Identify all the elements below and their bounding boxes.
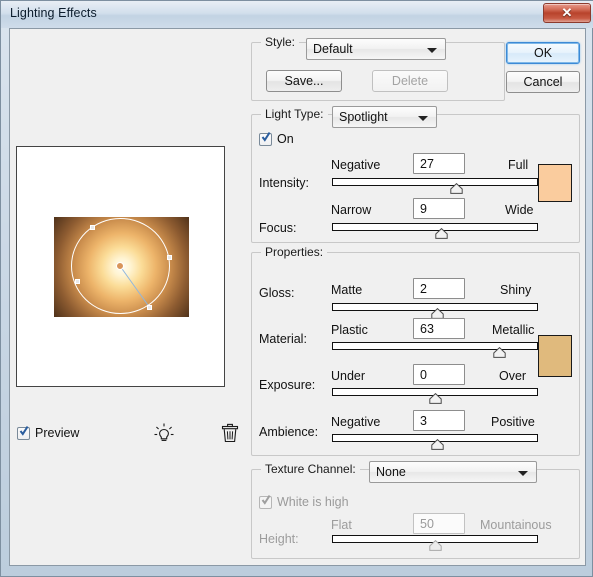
gloss-label: Gloss: — [259, 286, 295, 300]
material-value-field[interactable]: 63 — [413, 318, 465, 339]
exposure-slider[interactable] — [332, 388, 538, 404]
slider-thumb[interactable] — [449, 183, 463, 194]
light-on-label: On — [277, 132, 294, 146]
intensity-max-label: Full — [508, 158, 529, 172]
slider-thumb[interactable] — [493, 347, 506, 358]
cancel-button-label: Cancel — [523, 75, 563, 89]
ok-button-label: OK — [533, 46, 553, 60]
ellipse-handle-bottom-right[interactable] — [147, 305, 152, 310]
material-color-swatch[interactable] — [538, 335, 572, 377]
light-color-swatch[interactable] — [538, 164, 572, 202]
intensity-min-label: Negative — [331, 158, 381, 172]
ellipse-handle-left[interactable] — [75, 279, 80, 284]
style-dropdown[interactable]: Default — [306, 38, 446, 60]
texture-channel-dropdown-value: None — [376, 465, 406, 479]
light-type-dropdown-value: Spotlight — [339, 110, 388, 124]
material-max-label: Metallic — [492, 323, 535, 337]
properties-group-label: Properties: — [261, 245, 328, 259]
focus-min-label: Narrow — [331, 203, 372, 217]
exposure-max-label: Over — [499, 369, 527, 383]
delete-style-label: Delete — [391, 74, 429, 88]
height-max-label: Mountainous — [480, 518, 552, 532]
intensity-slider[interactable] — [332, 178, 538, 194]
slider-track — [332, 342, 538, 350]
ambience-value-field[interactable]: 3 — [413, 410, 465, 431]
preview-canvas[interactable] — [54, 217, 189, 317]
checkmark-icon — [261, 495, 271, 505]
light-type-group-label: Light Type: — [261, 107, 328, 121]
close-icon: ✕ — [561, 5, 573, 20]
light-type-dropdown[interactable]: Spotlight — [332, 106, 437, 128]
save-style-label: Save... — [284, 74, 324, 88]
height-slider[interactable] — [332, 535, 538, 551]
material-slider[interactable] — [332, 342, 538, 358]
height-label: Height: — [259, 532, 299, 546]
height-min-label: Flat — [331, 518, 352, 532]
dialog-client-area: Preview Style: Default Save... Delete OK… — [9, 28, 586, 566]
material-label: Material: — [259, 332, 307, 346]
gloss-max-label: Shiny — [500, 283, 532, 297]
window-title: Lighting Effects — [10, 6, 97, 20]
slider-thumb[interactable] — [429, 393, 442, 404]
intensity-value-field[interactable]: 27 — [413, 153, 465, 174]
texture-channel-group-label: Texture Channel: — [261, 462, 360, 476]
ambience-label: Ambience: — [259, 425, 319, 439]
preview-checkbox-label: Preview — [35, 426, 80, 440]
ambience-min-label: Negative — [331, 415, 381, 429]
save-style-button[interactable]: Save... — [266, 70, 342, 92]
preview-panel[interactable] — [16, 146, 225, 387]
ambience-max-label: Positive — [491, 415, 535, 429]
ellipse-handle-right[interactable] — [167, 255, 172, 260]
chevron-down-icon — [518, 471, 528, 476]
ambience-slider[interactable] — [332, 434, 538, 450]
material-min-label: Plastic — [331, 323, 368, 337]
exposure-min-label: Under — [331, 369, 366, 383]
exposure-label: Exposure: — [259, 378, 316, 392]
white-is-high-label: White is high — [277, 495, 349, 509]
focus-max-label: Wide — [505, 203, 534, 217]
checkmark-icon — [261, 132, 271, 142]
style-group-label: Style: — [261, 35, 300, 49]
exposure-value-field[interactable]: 0 — [413, 364, 465, 385]
slider-thumb[interactable] — [431, 439, 444, 450]
light-bulb-icon[interactable] — [153, 422, 175, 446]
delete-style-button[interactable]: Delete — [372, 70, 448, 92]
focus-slider[interactable] — [332, 223, 538, 239]
trash-icon[interactable] — [220, 422, 240, 446]
height-value-field[interactable]: 50 — [413, 513, 465, 534]
gloss-slider[interactable] — [332, 303, 538, 319]
intensity-label: Intensity: — [259, 176, 310, 190]
title-bar: Lighting Effects ✕ — [1, 1, 593, 28]
ok-button[interactable]: OK — [506, 42, 580, 64]
slider-thumb[interactable] — [429, 540, 442, 551]
close-button[interactable]: ✕ — [543, 3, 591, 23]
style-dropdown-value: Default — [313, 42, 353, 56]
gloss-min-label: Matte — [331, 283, 363, 297]
texture-channel-dropdown[interactable]: None — [369, 461, 537, 483]
ellipse-handle-top-left[interactable] — [90, 225, 95, 230]
lighting-effects-dialog: Lighting Effects ✕ Preview Style: Defaul… — [0, 0, 593, 577]
chevron-down-icon — [427, 48, 437, 53]
focus-value-field[interactable]: 9 — [413, 198, 465, 219]
light-center-handle[interactable] — [116, 262, 124, 270]
slider-thumb[interactable] — [435, 228, 448, 239]
cancel-button[interactable]: Cancel — [506, 71, 580, 93]
chevron-down-icon — [418, 116, 428, 121]
gloss-value-field[interactable]: 2 — [413, 278, 465, 299]
slider-track — [332, 178, 538, 186]
focus-label: Focus: — [259, 221, 297, 235]
checkmark-icon — [19, 426, 29, 436]
